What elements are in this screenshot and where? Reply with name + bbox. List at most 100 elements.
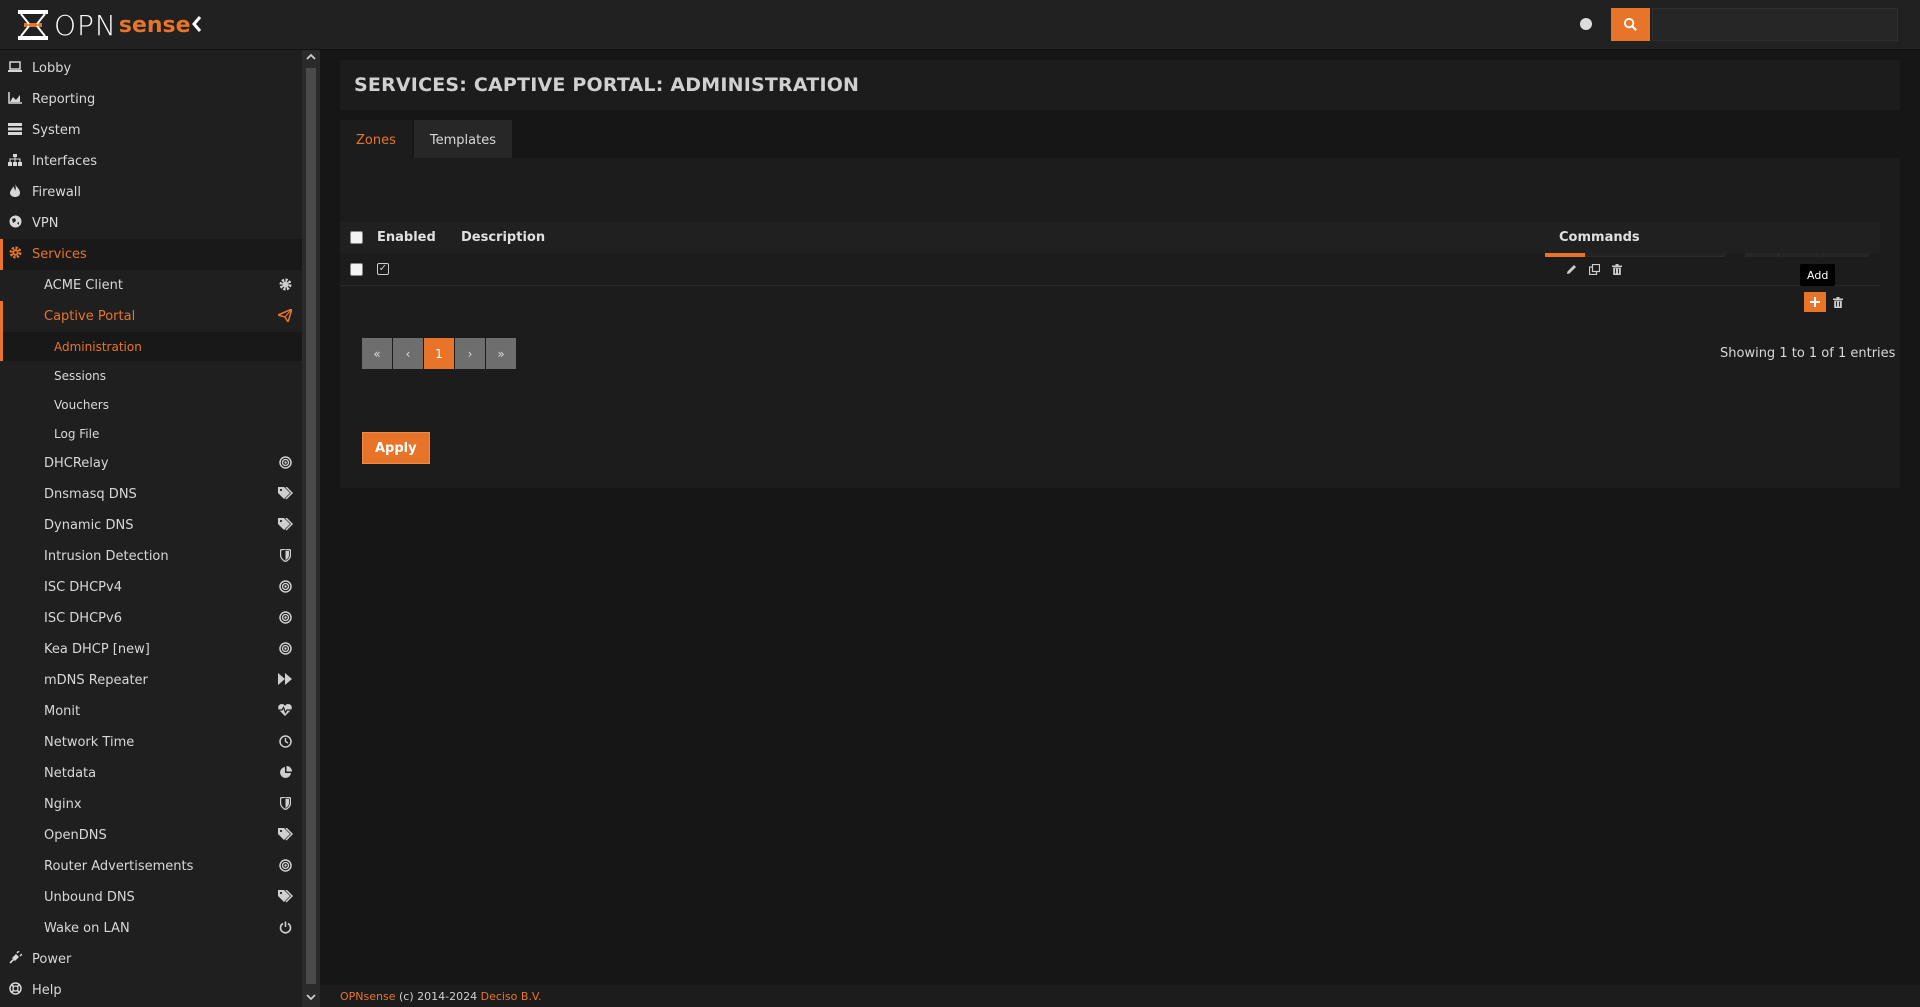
page-1-button[interactable]: 1 [424,338,454,369]
sidebar-item-vouchers[interactable]: Vouchers [0,390,302,419]
top-search-input[interactable] [1652,8,1898,41]
tab-zones[interactable]: Zones [340,120,412,160]
status-dot-icon[interactable] [1580,18,1592,30]
sidebar-label: mDNS Repeater [44,673,148,688]
tags-icon [278,486,294,501]
sidebar-label: Wake on LAN [44,921,130,936]
sidebar-label: Router Advertisements [44,859,194,874]
sidebar-item-dynamic-dns[interactable]: Dynamic DNS [0,510,302,541]
sidebar-item-sessions[interactable]: Sessions [0,361,302,390]
plus-icon [1810,297,1820,307]
select-all-checkbox[interactable] [350,231,363,244]
sidebar-scrollbar[interactable] [302,50,320,1007]
sidebar-item-system[interactable]: System [0,115,302,146]
apply-button[interactable]: Apply [362,432,430,464]
sidebar-item-wake-on-lan[interactable]: Wake on LAN [0,913,302,944]
delete-button[interactable] [1606,259,1628,279]
sidebar-item-administration[interactable]: Administration [0,332,302,361]
clone-button[interactable] [1583,259,1605,279]
page-next-button[interactable]: › [455,338,485,369]
sidebar-item-log-file[interactable]: Log File [0,419,302,448]
showing-entries: Showing 1 to 1 of 1 entries [1720,346,1896,361]
sidebar-item-vpn[interactable]: VPN [0,208,302,239]
sidebar-item-monit[interactable]: Monit [0,696,302,727]
row-select-checkbox[interactable] [350,263,363,276]
column-header-enabled[interactable]: Enabled [377,230,436,245]
sidebar-item-opendns[interactable]: OpenDNS [0,820,302,851]
sidebar-item-power[interactable]: Power [0,944,302,975]
sidebar-item-kea-dhcp[interactable]: Kea DHCP [new] [0,634,302,665]
page-title: SERVICES: CAPTIVE PORTAL: ADMINISTRATION [354,74,860,96]
sidebar-label: Services [32,247,87,262]
table-header-row: Enabled Description Commands [340,222,1880,253]
scrollbar-thumb[interactable] [306,68,316,984]
sidebar-label: Monit [44,704,81,719]
sidebar-label: ACME Client [44,278,123,293]
sidebar-label: Intrusion Detection [44,549,169,564]
sitemap-icon [7,153,23,170]
sidebar-item-isc-dhcpv4[interactable]: ISC DHCPv4 [0,572,302,603]
logo-mark-icon [18,10,48,40]
column-header-description[interactable]: Description [461,230,545,245]
top-search-button[interactable] [1611,8,1650,41]
sidebar-label: Kea DHCP [new] [44,642,150,657]
paper-plane-icon [275,307,294,324]
delete-selected-button[interactable] [1827,292,1849,312]
sidebar-label: ISC DHCPv4 [44,580,122,595]
sidebar-label: OpenDNS [44,828,107,843]
clock-icon [278,735,292,749]
sidebar-item-nginx[interactable]: Nginx [0,789,302,820]
chevron-left-icon[interactable] [190,14,210,36]
page-prev-button[interactable]: ‹ [393,338,423,369]
logo-text-opn: OPN [54,8,117,42]
pagination: « ‹ 1 › » [362,338,517,369]
trash-icon [1612,263,1622,275]
bullseye-icon [278,611,292,625]
sidebar-item-firewall[interactable]: Firewall [0,177,302,208]
sidebar-item-captive-portal[interactable]: Captive Portal [0,301,302,332]
bullseye-icon [278,642,292,656]
sidebar-label: ISC DHCPv6 [44,611,122,626]
edit-button[interactable] [1560,259,1582,279]
check-square-icon[interactable]: ✓ [377,263,389,275]
sidebar-item-services[interactable]: Services [0,239,302,270]
gear-icon [278,278,292,292]
sidebar-item-lobby[interactable]: Lobby [0,53,302,84]
sidebar-label: Network Time [44,735,135,750]
page-first-button[interactable]: « [362,338,392,369]
sidebar-item-unbound-dns[interactable]: Unbound DNS [0,882,302,913]
sidebar-item-isc-dhcpv6[interactable]: ISC DHCPv6 [0,603,302,634]
bullseye-icon [278,859,292,873]
sidebar-item-help[interactable]: Help [0,975,302,1006]
tab-templates[interactable]: Templates [413,120,512,160]
laptop-icon [7,60,23,77]
clone-icon [1588,263,1600,275]
sidebar-item-router-advertisements[interactable]: Router Advertisements [0,851,302,882]
add-button[interactable] [1804,292,1826,312]
add-tooltip: Add [1800,264,1836,286]
tab-bar: Zones Templates [340,120,514,160]
sidebar-item-intrusion-detection[interactable]: Intrusion Detection [0,541,302,572]
sidebar-label: VPN [32,216,59,231]
sidebar-item-network-time[interactable]: Network Time [0,727,302,758]
sidebar-item-netdata[interactable]: Netdata [0,758,302,789]
bullseye-icon [278,580,292,594]
page-last-button[interactable]: » [486,338,516,369]
tags-icon [278,889,294,904]
sidebar-item-interfaces[interactable]: Interfaces [0,146,302,177]
footer-company-link[interactable]: Deciso B.V. [481,990,542,1003]
opnsense-logo[interactable]: OPN sense [18,8,191,42]
zones-panel: 7 [340,158,1900,488]
sidebar-item-acme-client[interactable]: ACME Client [0,270,302,301]
tags-icon [278,517,294,532]
sidebar-item-dhcrelay[interactable]: DHCRelay [0,448,302,479]
sidebar-item-reporting[interactable]: Reporting [0,84,302,115]
sidebar-item-dnsmasq-dns[interactable]: Dnsmasq DNS [0,479,302,510]
plug-icon [7,950,23,968]
chevron-down-icon[interactable] [305,992,317,1005]
trash-icon [1833,296,1843,308]
footer-brand-link[interactable]: OPNsense [340,990,396,1003]
sidebar-item-mdns-repeater[interactable]: mDNS Repeater [0,665,302,696]
chevron-up-icon[interactable] [305,52,317,65]
fire-icon [7,184,23,201]
